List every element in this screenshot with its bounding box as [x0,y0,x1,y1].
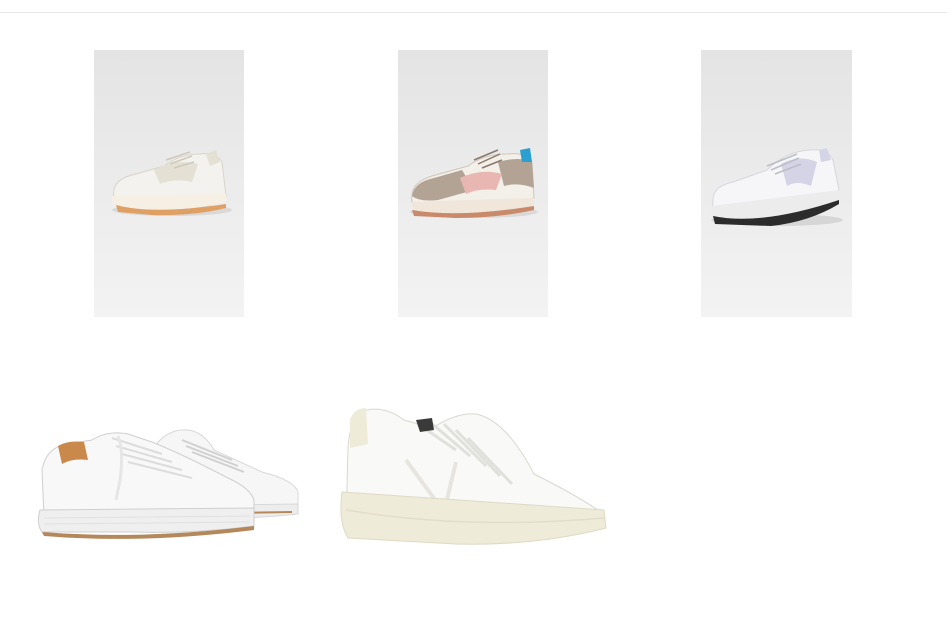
product-image-retro-sneaker-cream[interactable] [94,50,244,317]
sneaker-image [32,420,307,555]
product-image-white-leather-sneaker[interactable] [336,400,610,570]
sneaker-image [94,50,244,317]
product-image-retro-sneaker-white-grey[interactable] [701,50,852,317]
top-divider [0,12,947,13]
sneaker-image [336,400,610,570]
sneaker-image [701,50,852,317]
product-image-retro-sneaker-taupe[interactable] [398,50,548,317]
sneaker-image [398,50,548,317]
product-image-white-platform-sneakers-pair[interactable] [32,420,307,555]
